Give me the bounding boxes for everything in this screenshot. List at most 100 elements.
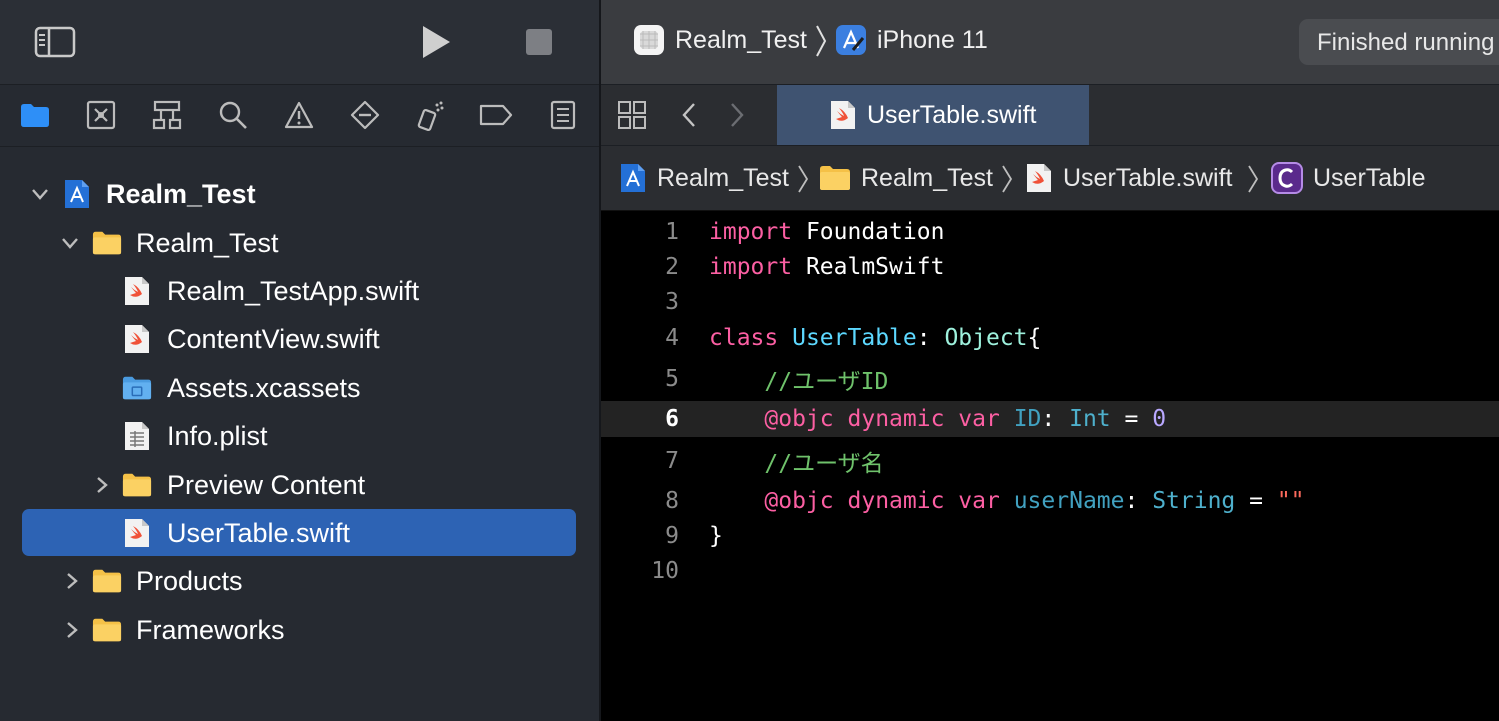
nav-label: Frameworks [136,614,285,645]
line-number: 1 [665,219,679,245]
nav-label: UserTable.swift [167,517,351,548]
breadcrumb-item-class[interactable]: UserTable [1271,146,1426,210]
issue-navigator-warning-icon[interactable] [282,99,316,131]
chevron-down-icon[interactable] [30,184,50,204]
project-navigator-folder-icon[interactable] [18,99,52,131]
test-navigator-diamond-icon[interactable] [348,99,382,131]
code-line[interactable]: 3 [601,284,1499,320]
nav-row-file[interactable]: Realm_TestApp.swift [0,268,600,314]
sidebar-toggle-icon[interactable] [32,24,78,60]
code-line[interactable]: 6 @objc dynamic var ID: Int = 0 [601,401,1499,437]
code-line[interactable]: 9} [601,518,1499,554]
code-line[interactable]: 2 import RealmSwift [601,249,1499,285]
folder-icon [92,614,122,646]
activity-status-field: Finished running [1299,19,1499,65]
code-text: //ユーザ名 [764,451,884,477]
related-items-grid-icon[interactable] [615,99,649,131]
folder-icon [122,469,152,501]
tab-usertable-swift[interactable]: UserTable.swift [777,85,1089,145]
nav-row-file[interactable]: Info.plist [0,413,600,459]
scheme-name[interactable]: Realm_Test [675,26,807,55]
symbol-navigator-icon[interactable] [150,99,184,131]
report-navigator-list-icon[interactable] [546,99,580,131]
swift-file-icon [829,99,857,131]
navigator-tabs [0,85,600,147]
code-line[interactable]: 5 //ユーザID [601,361,1499,397]
nav-label: Assets.xcassets [167,372,361,403]
nav-row-folder-realm-test[interactable]: Realm_Test [0,220,600,266]
nav-row-file[interactable]: Assets.xcassets [0,365,600,411]
device-simulator-icon[interactable] [835,24,867,56]
chevron-right-icon [1247,164,1259,194]
line-number: 10 [651,558,679,584]
debug-navigator-spray-icon[interactable] [414,99,448,131]
nav-row-project[interactable]: Realm_Test [0,171,600,217]
right-toolbar: Realm_Test iPhone 11 Finished running [601,0,1499,85]
source-control-navigator-icon[interactable] [84,99,118,131]
line-number: 2 [665,254,679,280]
plist-file-icon [122,420,152,452]
code-line[interactable]: 1 import Foundation [601,214,1499,250]
code-text: import RealmSwift [709,254,945,280]
xcode-project-icon [62,178,92,210]
chevron-right-icon[interactable] [62,571,82,591]
find-navigator-search-icon[interactable] [216,99,250,131]
code-line[interactable]: 7 //ユーザ名 [601,443,1499,479]
swift-file-icon [122,517,152,549]
chevron-right-icon [797,164,809,194]
nav-label: ContentView.swift [167,323,380,354]
code-editor[interactable]: 1 import Foundation 2 import RealmSwift 3 4 cl… [601,211,1499,721]
swift-file-icon [122,323,152,355]
breadcrumb-item-folder[interactable]: Realm_Test [819,146,993,210]
code-text: import Foundation [709,219,945,245]
line-number: 5 [665,366,679,392]
breadcrumb-item-project[interactable]: Realm_Test [619,146,789,210]
swift-file-icon [1027,164,1051,192]
line-number: 8 [665,488,679,514]
nav-label: Products [136,565,243,596]
nav-label: Info.plist [167,420,268,451]
code-line[interactable]: 8 @objc dynamic var userName: String = "… [601,483,1499,519]
nav-label: Realm_TestApp.swift [167,275,420,306]
line-number: 3 [665,289,679,315]
chevron-down-icon[interactable] [60,233,80,253]
breadcrumb-item-file[interactable]: UserTable.swift [1025,146,1233,210]
folder-icon [820,166,850,190]
code-line[interactable]: 4 class UserTable: Object{ [601,320,1499,356]
back-chevron-icon[interactable] [677,99,701,131]
line-number: 7 [665,448,679,474]
nav-label: Preview Content [167,469,366,500]
swift-file-icon [122,275,152,307]
run-icon[interactable] [418,22,454,62]
nav-row-folder-frameworks[interactable]: Frameworks [0,607,600,653]
code-text: class UserTable: Object{ [709,325,1042,351]
line-number: 6 [665,406,679,432]
code-line[interactable]: 10 [601,553,1499,589]
class-symbol-icon [1271,162,1303,194]
code-text: @objc dynamic var ID: Int = 0 [764,406,1167,432]
forward-chevron-icon[interactable] [725,99,749,131]
folder-icon [92,227,122,259]
nav-row-file-selected[interactable]: UserTable.swift [0,510,600,556]
nav-row-folder-preview-content[interactable]: Preview Content [0,462,600,508]
nav-row-file[interactable]: ContentView.swift [0,316,600,362]
app-scheme-icon[interactable] [633,24,665,56]
nav-label: Realm_Test [136,227,279,258]
xcode-project-icon [621,164,645,192]
stop-icon[interactable] [522,26,556,58]
code-text: } [709,523,723,549]
breakpoint-navigator-tag-icon[interactable] [478,99,514,131]
status-text: Finished running [1317,29,1495,56]
device-name[interactable]: iPhone 11 [877,26,988,55]
line-number: 4 [665,325,679,351]
chevron-right-icon[interactable] [92,475,112,495]
assets-folder-icon [122,372,152,404]
chevron-right-icon [1001,164,1013,194]
nav-label: Realm_Test [106,178,256,209]
chevron-right-icon[interactable] [62,620,82,640]
nav-row-folder-products[interactable]: Products [0,558,600,604]
code-text: //ユーザID [764,369,889,395]
breadcrumb: Realm_Test Realm_Test UserTable.swift Us… [601,146,1499,211]
line-number: 9 [665,523,679,549]
code-text: @objc dynamic var userName: String = "" [764,488,1305,514]
